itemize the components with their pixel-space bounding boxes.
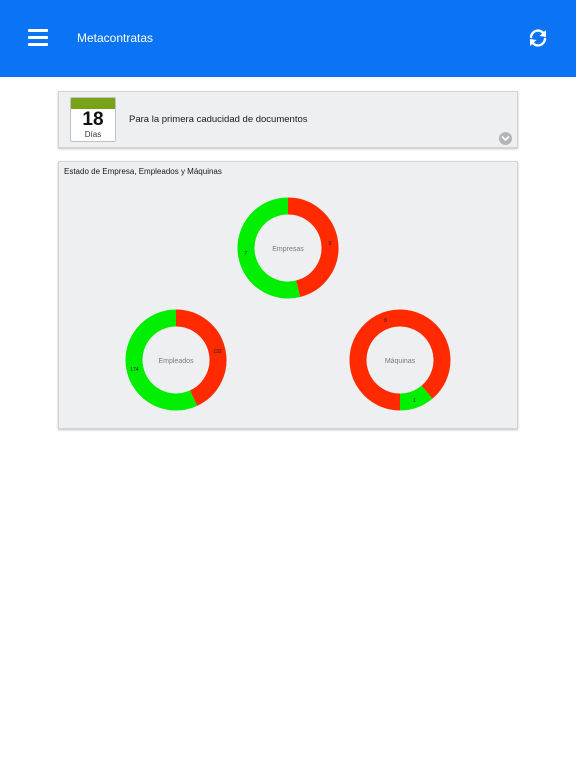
empleados-value-label: 132 (213, 349, 222, 355)
empresas-center-label: Empresas (272, 246, 304, 253)
empleados-center-label: Empleados (158, 358, 194, 365)
document-expiry-card[interactable]: 18 Días Para la primera caducidad de doc… (58, 91, 518, 148)
maquinas-value-label: 1 (413, 398, 416, 404)
app-title: Metacontratas (77, 31, 154, 45)
expiry-description: Para la primera caducidad de documentos (129, 114, 308, 125)
calendar-icon: 18 Días (70, 97, 116, 142)
empleados-value-label: 174 (130, 367, 139, 373)
days-count: 18 (82, 109, 104, 130)
empresas-value-label: 6 (329, 241, 332, 247)
empresas-value-label: 7 (244, 251, 247, 257)
refresh-icon[interactable] (527, 27, 549, 49)
app-header: Metacontratas (0, 0, 576, 77)
hamburger-menu-icon[interactable] (28, 29, 48, 47)
status-card: Estado de Empresa, Empleados y Máquinas … (58, 161, 518, 429)
status-charts: 6 7 Empresas 132 174 Empleados 8 1 Máquinas (125, 197, 451, 411)
maquinas-center-label: Máquinas (385, 358, 416, 365)
days-unit: Días (84, 130, 102, 139)
calendar-header (71, 98, 115, 109)
maquinas-value-label: 8 (384, 318, 387, 324)
chevron-down-icon[interactable] (499, 132, 512, 145)
